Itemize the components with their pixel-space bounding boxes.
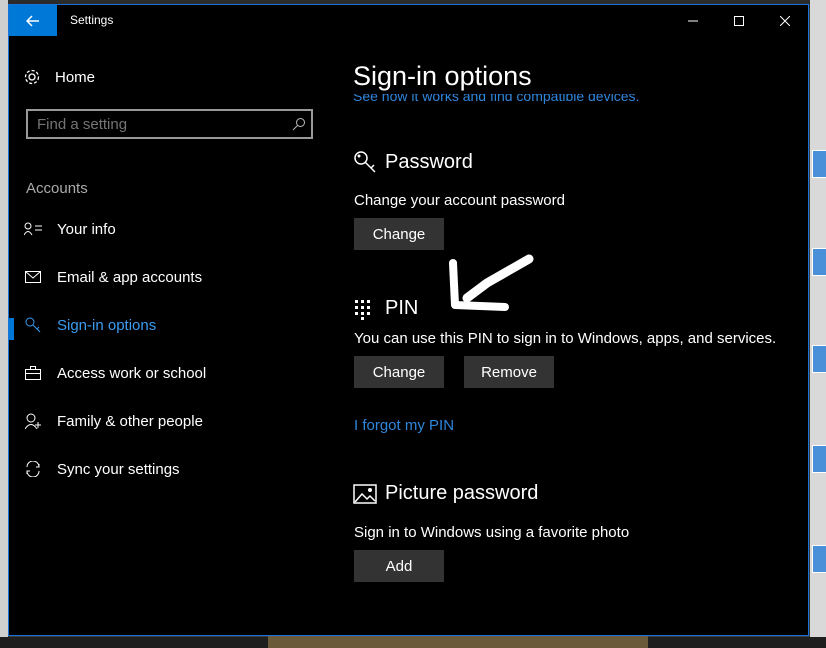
change-password-button[interactable]: Change (354, 218, 444, 250)
key-icon (353, 150, 379, 174)
accounts-section-label: Accounts (26, 180, 88, 197)
keypad-icon (353, 298, 379, 320)
sidebar-item-your-info[interactable]: Your info (9, 214, 329, 244)
home-nav[interactable]: Home (23, 68, 95, 86)
compatible-devices-link[interactable]: See how it works and find compatible dev… (353, 94, 639, 104)
mail-icon (9, 271, 57, 283)
sidebar-item-label: Email & app accounts (57, 268, 203, 286)
maximize-button[interactable] (716, 5, 762, 36)
person-card-icon (9, 222, 57, 236)
desktop-file-icon[interactable] (812, 150, 826, 178)
close-icon (780, 15, 790, 26)
picture-password-heading: Picture password (385, 482, 539, 504)
back-button[interactable] (9, 5, 57, 36)
back-arrow-icon (26, 14, 39, 27)
title-bar: Settings (9, 5, 808, 36)
password-description: Change your account password (354, 192, 565, 209)
desktop-file-icon[interactable] (812, 545, 826, 573)
close-button[interactable] (762, 5, 808, 36)
briefcase-icon (9, 366, 57, 380)
minimize-icon (688, 20, 698, 21)
search-icon[interactable] (287, 117, 311, 131)
search-box[interactable] (26, 109, 313, 139)
gear-icon (24, 69, 40, 85)
sidebar-item-label: Sign-in options (57, 316, 157, 334)
sidebar-item-email-accounts[interactable]: Email & app accounts (9, 262, 329, 292)
remove-pin-button[interactable]: Remove (464, 356, 554, 388)
desktop-file-icon[interactable] (812, 248, 826, 276)
sidebar-item-family[interactable]: Family & other people (9, 406, 329, 436)
page-title: Sign-in options (353, 61, 532, 91)
pin-section-heading: PIN (353, 297, 418, 320)
sidebar-item-label: Family & other people (57, 412, 203, 430)
pin-heading: PIN (385, 297, 419, 319)
sidebar-item-sync[interactable]: Sync your settings (9, 454, 329, 484)
sync-icon (9, 461, 57, 477)
annotation-arrow-icon (449, 254, 534, 311)
password-section-heading: Password (353, 150, 473, 174)
picture-password-section-heading: Picture password (353, 482, 538, 505)
key-icon (9, 317, 57, 333)
picture-icon (353, 483, 379, 504)
sidebar-item-label: Sync your settings (57, 460, 180, 478)
sidebar-item-sign-in-options[interactable]: Sign-in options (9, 310, 329, 340)
sidebar-item-label: Access work or school (57, 364, 207, 382)
sidebar-item-label: Your info (57, 220, 116, 238)
change-pin-button[interactable]: Change (354, 356, 444, 388)
desktop-file-icon[interactable] (812, 345, 826, 373)
search-input[interactable] (28, 114, 287, 134)
settings-window: Settings Home Accounts Your info (8, 4, 809, 636)
add-picture-password-button[interactable]: Add (354, 550, 444, 582)
minimize-button[interactable] (670, 5, 716, 36)
pin-description: You can use this PIN to sign in to Windo… (354, 330, 777, 347)
desktop-edge-left (0, 0, 8, 648)
sidebar-item-access-work[interactable]: Access work or school (9, 358, 329, 388)
active-indicator (9, 318, 14, 340)
desktop-file-icon[interactable] (812, 445, 826, 473)
picture-password-description: Sign in to Windows using a favorite phot… (354, 524, 630, 541)
home-label: Home (55, 68, 96, 86)
window-title: Settings (70, 13, 114, 27)
maximize-icon (734, 15, 744, 26)
person-add-icon (9, 413, 57, 429)
password-heading: Password (385, 150, 473, 173)
forgot-pin-link[interactable]: I forgot my PIN (354, 417, 454, 434)
